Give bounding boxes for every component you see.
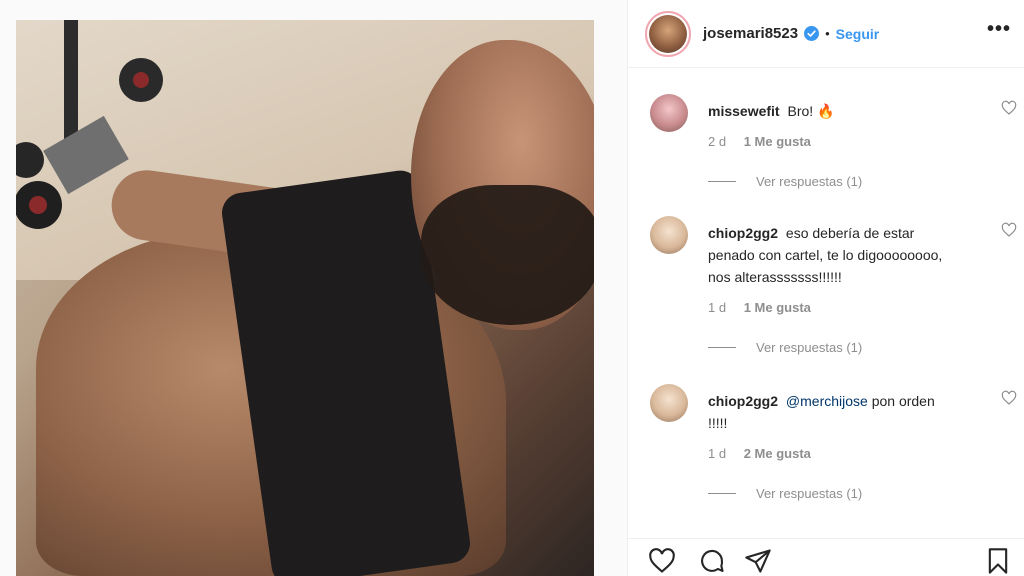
view-replies-label: Ver respuestas (1) — [756, 486, 863, 501]
author-username[interactable]: josemari8523 — [703, 25, 798, 42]
post-photo[interactable] — [16, 20, 594, 576]
like-comment-heart-icon[interactable] — [1001, 100, 1017, 116]
post-actions-bar — [628, 538, 1024, 576]
share-icon[interactable] — [744, 547, 772, 575]
view-replies-button[interactable]: Ver respuestas (1) — [708, 340, 862, 355]
comment-likes[interactable]: 1 Me gusta — [744, 134, 811, 149]
like-comment-heart-icon[interactable] — [1001, 390, 1017, 406]
comment-mention[interactable]: @merchijose — [786, 393, 868, 409]
comment-time[interactable]: 1 d — [708, 446, 726, 461]
author-avatar-image — [649, 14, 687, 53]
comment-likes[interactable]: 2 Me gusta — [744, 446, 811, 461]
comment-body: missewefit Bro! 🔥 — [708, 100, 958, 122]
comment-meta: 1 d 1 Me gusta — [708, 300, 811, 315]
comment-text: Bro! 🔥 — [787, 103, 835, 119]
commenter-username[interactable]: chiop2gg2 — [708, 393, 778, 409]
comment-icon[interactable] — [698, 547, 726, 575]
comment-body: chiop2gg2 @merchijose pon orden !!!!! — [708, 390, 958, 434]
comment-time[interactable]: 1 d — [708, 300, 726, 315]
replies-divider — [708, 181, 736, 182]
comments-list: missewefit Bro! 🔥 2 d 1 Me gusta Ver res… — [628, 68, 1024, 538]
heart-icon[interactable] — [648, 547, 676, 575]
comment-body: chiop2gg2 eso debería de estar penado co… — [708, 222, 958, 288]
comment-time[interactable]: 2 d — [708, 134, 726, 149]
like-comment-heart-icon[interactable] — [1001, 222, 1017, 238]
author-avatar[interactable] — [645, 10, 691, 57]
comment-meta: 1 d 2 Me gusta — [708, 446, 811, 461]
bookmark-icon[interactable] — [984, 547, 1012, 575]
header-separator: • — [825, 26, 830, 41]
comment-meta: 2 d 1 Me gusta — [708, 134, 811, 149]
more-options-icon[interactable]: ••• — [987, 18, 1011, 41]
view-replies-label: Ver respuestas (1) — [756, 340, 863, 355]
photo-beard — [421, 185, 594, 325]
view-replies-button[interactable]: Ver respuestas (1) — [708, 174, 862, 189]
comment-likes[interactable]: 1 Me gusta — [744, 300, 811, 315]
commenter-username[interactable]: missewefit — [708, 103, 780, 119]
view-replies-label: Ver respuestas (1) — [756, 174, 863, 189]
post-header: josemari8523 • Seguir ••• — [628, 0, 1024, 68]
follow-button[interactable]: Seguir — [836, 26, 880, 42]
post-sidebar: josemari8523 • Seguir ••• missewefit Bro… — [627, 0, 1024, 576]
verified-badge-icon — [804, 26, 820, 41]
view-replies-button[interactable]: Ver respuestas (1) — [708, 486, 862, 501]
replies-divider — [708, 493, 736, 494]
commenter-avatar[interactable] — [650, 216, 688, 254]
commenter-username[interactable]: chiop2gg2 — [708, 225, 778, 241]
replies-divider — [708, 347, 736, 348]
commenter-avatar[interactable] — [650, 94, 688, 132]
commenter-avatar[interactable] — [650, 384, 688, 422]
